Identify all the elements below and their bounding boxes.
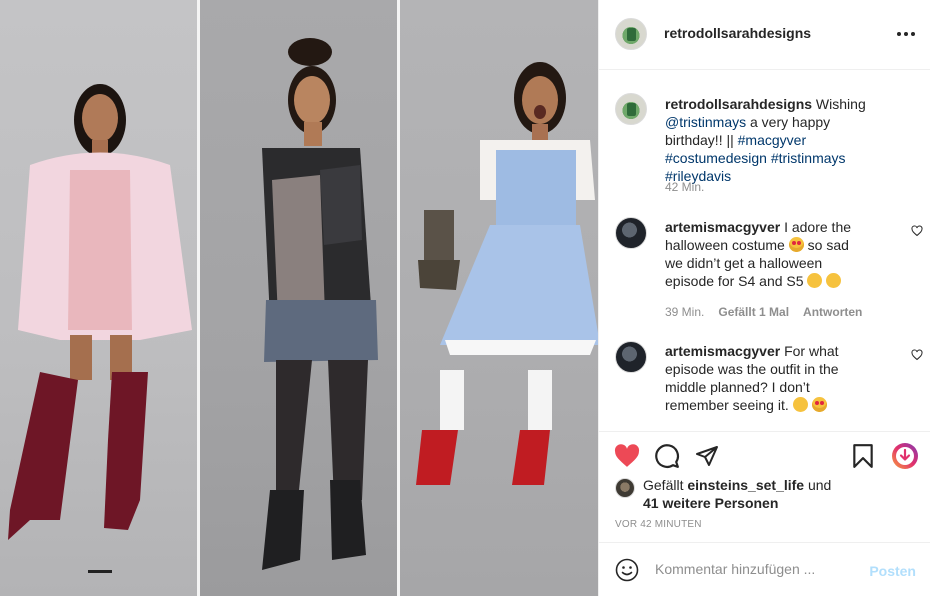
other-likers-link[interactable]: 41 weitere Personen <box>643 495 778 511</box>
story-highlight-download-icon[interactable] <box>891 442 919 470</box>
bookmark-icon[interactable] <box>849 442 877 470</box>
comment-likes-count[interactable]: Gefällt 1 Mal <box>718 305 789 319</box>
comment-icon[interactable] <box>653 442 681 470</box>
likes-text: Gefällt einsteins_set_life und 41 weitere… <box>643 477 832 511</box>
comment-meta: 39 Min. Gefällt 1 Mal Antworten <box>665 305 863 319</box>
heart-outline-icon[interactable] <box>911 349 923 364</box>
hashtag-link[interactable]: #tristinmays <box>771 150 846 166</box>
add-comment-bar: Posten <box>599 542 930 596</box>
post-comment-button[interactable]: Posten <box>869 563 916 579</box>
mention-link[interactable]: @tristinmays <box>665 114 746 130</box>
author-avatar[interactable] <box>615 18 647 50</box>
caption-text: retrodollsarahdesigns Wishing @tristinma… <box>665 96 866 184</box>
comment-text: artemismacgyver I adore the halloween co… <box>665 219 852 289</box>
share-icon[interactable] <box>693 442 721 470</box>
sad-face-emoji-icon <box>826 273 842 288</box>
caption-time: 42 Min. <box>665 180 705 194</box>
caption-username[interactable]: retrodollsarahdesigns <box>665 96 812 112</box>
more-horizontal-icon[interactable] <box>896 22 916 40</box>
heart-outline-icon[interactable] <box>911 225 923 240</box>
photo-panel-flag-top-outfit <box>200 0 397 596</box>
post-image[interactable] <box>0 0 598 596</box>
heart-eyes-emoji-icon <box>811 397 827 412</box>
hashtag-link[interactable]: #macgyver <box>738 132 806 148</box>
action-bar <box>599 431 930 481</box>
comment-input[interactable] <box>655 561 855 577</box>
author-username[interactable]: retrodollsarahdesigns <box>664 25 811 41</box>
author-avatar[interactable] <box>615 93 647 125</box>
post-timestamp: VOR 42 MINUTEN <box>615 519 702 530</box>
commenter-avatar[interactable] <box>615 341 647 373</box>
woman-dorothy-costume-figure <box>416 62 598 485</box>
commenter-username[interactable]: artemismacgyver <box>665 219 780 235</box>
emoji-icon[interactable] <box>615 558 639 585</box>
liker-avatar[interactable] <box>615 478 635 498</box>
heart-filled-icon[interactable] <box>613 442 641 470</box>
commenter-avatar[interactable] <box>615 217 647 249</box>
woman-flag-top-figure <box>262 38 378 570</box>
comments-list[interactable]: retrodollsarahdesigns Wishing @tristinma… <box>599 71 930 431</box>
post-header: retrodollsarahdesigns <box>599 0 930 70</box>
photo-panel-pink-outfit <box>0 0 197 596</box>
post-sidebar: retrodollsarahdesigns retrodollsarahdesi… <box>598 0 930 596</box>
photo-panel-dorothy-outfit <box>400 0 598 596</box>
hashtag-link[interactable]: #costumedesign <box>665 150 767 166</box>
commenter-username[interactable]: artemismacgyver <box>665 343 780 359</box>
heart-eyes-emoji-icon <box>788 237 804 252</box>
comment-text: artemismacgyver For what episode was the… <box>665 343 839 413</box>
woman-pink-coat-figure <box>8 84 192 573</box>
reply-button[interactable]: Antworten <box>803 305 862 319</box>
rolling-eyes-emoji-icon <box>807 273 823 288</box>
thinking-face-emoji-icon <box>792 397 808 412</box>
liker-username[interactable]: einsteins_set_life <box>687 477 804 493</box>
